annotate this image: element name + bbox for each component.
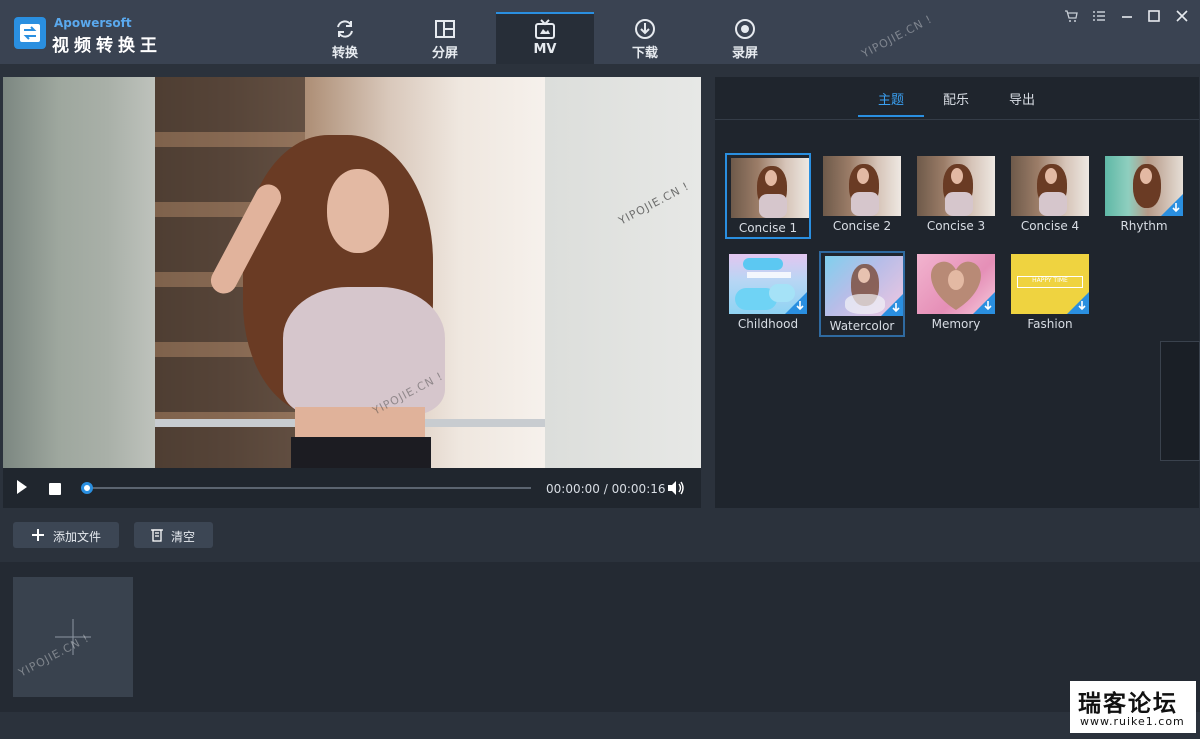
tab-record[interactable]: 录屏 <box>696 12 794 64</box>
theme-concise-3[interactable]: Concise 3 <box>913 153 999 239</box>
tab-divider <box>715 119 1199 120</box>
forum-badge: 瑞客论坛 www.ruike1.com <box>1070 681 1196 733</box>
fashion-banner-text: HAPPY TIME <box>1032 277 1068 284</box>
time-separator: / <box>603 482 608 496</box>
tab-split-screen-label: 分屏 <box>431 46 458 61</box>
clear-label: 清空 <box>171 530 196 544</box>
download-badge-icon <box>1161 194 1183 216</box>
theme-thumbnail <box>917 156 995 216</box>
theme-name: Watercolor <box>829 319 895 333</box>
theme-thumbnail <box>1105 156 1183 216</box>
title-bar: Apowersoft 视频转换王 转换 分屏 MV 下载 录屏 YIPOJIE.… <box>0 0 1200 64</box>
add-file-label: 添加文件 <box>53 530 102 544</box>
theme-name: Rhythm <box>1120 219 1168 233</box>
tab-convert[interactable]: 转换 <box>296 12 394 64</box>
mv-tv-icon <box>535 19 555 39</box>
minimize-button[interactable] <box>1116 8 1138 26</box>
tab-record-label: 录屏 <box>731 46 758 61</box>
tab-download-label: 下载 <box>631 46 658 61</box>
preview-photo <box>155 77 545 468</box>
theme-name: Concise 1 <box>738 221 798 235</box>
forum-title: 瑞客论坛 <box>1078 691 1178 717</box>
minimize-icon <box>1122 16 1132 18</box>
theme-thumbnail <box>1011 156 1089 216</box>
split-screen-icon <box>435 20 455 38</box>
theme-name: Childhood <box>737 317 799 331</box>
add-media-slot[interactable]: YIPOJIE.CN ! <box>13 577 133 697</box>
theme-concise-2[interactable]: Concise 2 <box>819 153 905 239</box>
stop-icon <box>49 483 61 495</box>
close-button[interactable] <box>1171 8 1193 26</box>
play-icon <box>17 480 27 494</box>
theme-name: Memory <box>931 317 981 331</box>
cart-button[interactable] <box>1060 8 1082 26</box>
theme-fashion[interactable]: HAPPY TIME Fashion <box>1007 251 1093 337</box>
download-badge-icon <box>1067 292 1089 314</box>
download-badge-icon <box>973 292 995 314</box>
theme-thumbnail <box>825 256 903 316</box>
menu-list-icon <box>1093 11 1105 21</box>
play-button[interactable] <box>15 478 29 500</box>
app-logo-icon <box>14 17 46 49</box>
brand-name-cn: 视频转换王 <box>52 36 162 56</box>
theme-childhood[interactable]: Childhood <box>725 251 811 337</box>
tab-convert-label: 转换 <box>331 46 358 61</box>
forum-url: www.ruike1.com <box>1080 715 1185 728</box>
theme-concise-4[interactable]: Concise 4 <box>1007 153 1093 239</box>
theme-thumbnail <box>823 156 901 216</box>
tab-music[interactable]: 配乐 <box>943 89 969 108</box>
convert-icon <box>337 20 353 38</box>
mv-settings-panel: 主题 配乐 导出 Concise 1 Concise 2 Concise 3 C… <box>715 77 1199 508</box>
theme-thumbnail <box>917 254 995 314</box>
tab-download[interactable]: 下载 <box>596 12 694 64</box>
theme-thumbnail <box>729 254 807 314</box>
tab-theme[interactable]: 主题 <box>878 89 904 108</box>
tab-export[interactable]: 导出 <box>1009 89 1035 108</box>
maximize-icon <box>1148 10 1160 22</box>
theme-name: Concise 3 <box>926 219 986 233</box>
close-icon <box>1176 10 1188 22</box>
theme-name: Fashion <box>1027 317 1073 331</box>
brand-name-en: Apowersoft <box>54 16 132 30</box>
theme-thumbnail: HAPPY TIME <box>1011 254 1089 314</box>
current-time: 00:00:00 <box>546 482 600 496</box>
maximize-button[interactable] <box>1143 8 1165 26</box>
active-tab-indicator <box>858 115 924 117</box>
plus-icon <box>32 529 44 541</box>
stop-button[interactable] <box>48 481 62 500</box>
download-badge-icon <box>881 294 903 316</box>
watermark-text: YIPOJIE.CN ! <box>616 179 692 228</box>
cart-icon <box>1065 10 1078 22</box>
media-toolbar: 添加文件 清空 <box>0 508 1200 562</box>
tab-mv-label: MV <box>533 42 557 57</box>
record-icon <box>735 19 755 39</box>
status-bar <box>0 712 1200 739</box>
add-file-button[interactable]: 添加文件 <box>13 522 119 548</box>
video-preview: YIPOJIE.CN ! YIPOJIE.CN ! 00:00:00 / 00:… <box>3 77 701 508</box>
seek-handle[interactable] <box>81 482 93 494</box>
tab-split-screen[interactable]: 分屏 <box>396 12 494 64</box>
video-frame: YIPOJIE.CN ! YIPOJIE.CN ! <box>3 77 701 468</box>
time-display: 00:00:00 / 00:00:16 <box>546 482 666 496</box>
theme-watercolor[interactable]: Watercolor <box>819 251 905 337</box>
volume-button[interactable] <box>667 480 685 500</box>
menu-button[interactable] <box>1088 8 1110 26</box>
tab-mv[interactable]: MV <box>496 12 594 64</box>
clear-button[interactable]: 清空 <box>134 522 213 548</box>
side-panel-handle[interactable] <box>1160 341 1200 461</box>
theme-thumbnail <box>731 158 809 218</box>
download-badge-icon <box>785 292 807 314</box>
theme-concise-1[interactable]: Concise 1 <box>725 153 811 239</box>
theme-name: Concise 2 <box>832 219 892 233</box>
media-timeline: YIPOJIE.CN ! <box>0 562 1200 712</box>
theme-rhythm[interactable]: Rhythm <box>1101 153 1187 239</box>
seek-bar[interactable] <box>87 487 531 489</box>
total-time: 00:00:16 <box>611 482 666 496</box>
theme-memory[interactable]: Memory <box>913 251 999 337</box>
watermark-text: YIPOJIE.CN ! <box>859 12 935 61</box>
volume-icon <box>668 481 684 495</box>
trash-icon <box>151 529 163 542</box>
theme-name: Concise 4 <box>1020 219 1080 233</box>
download-icon <box>635 19 655 39</box>
